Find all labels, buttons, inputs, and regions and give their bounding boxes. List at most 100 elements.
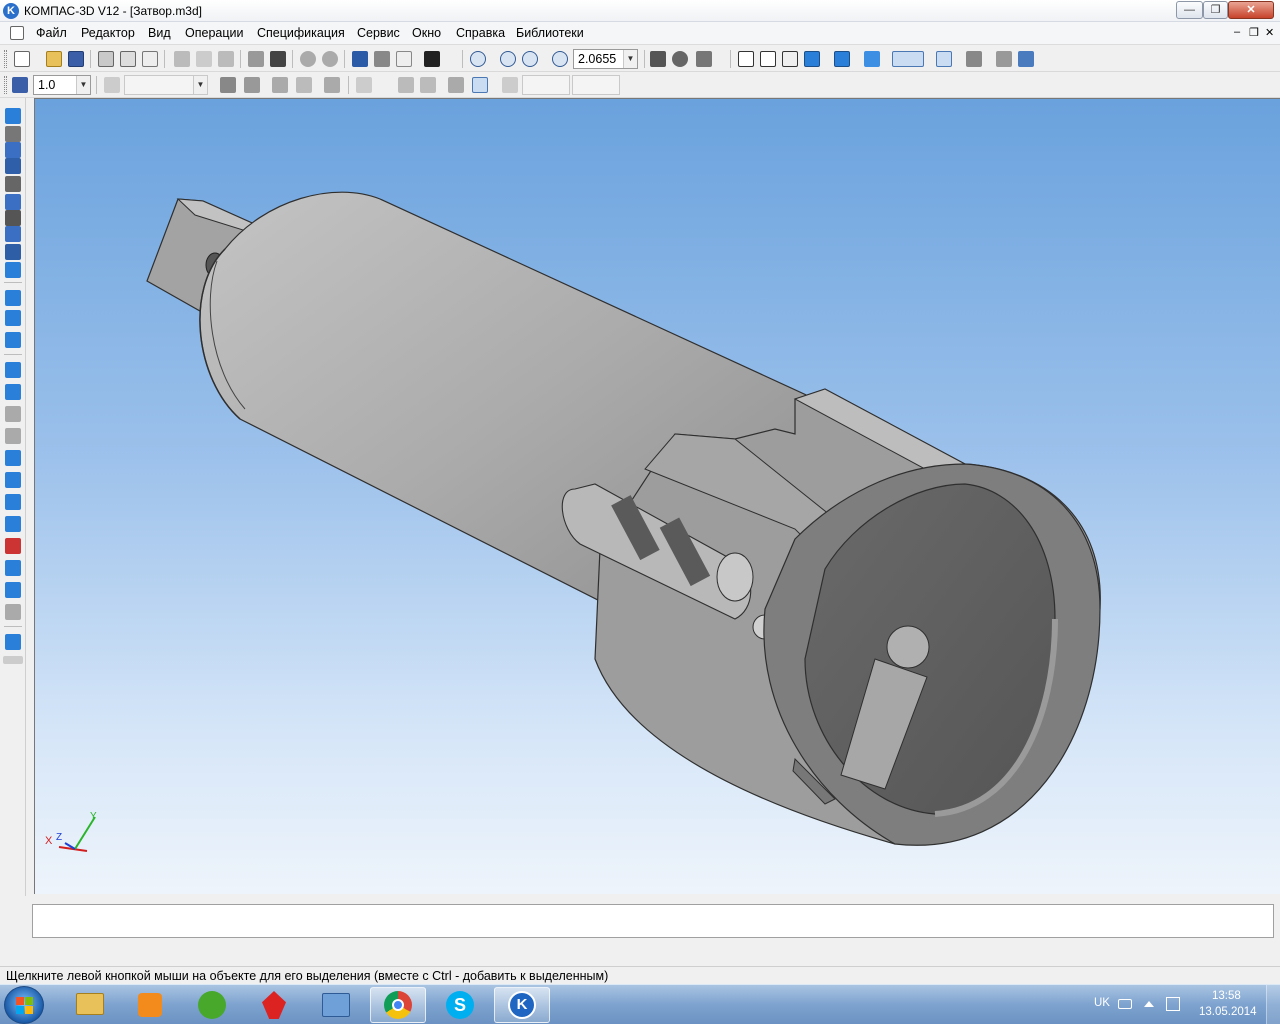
extrude-icon[interactable] bbox=[5, 290, 21, 306]
close-button[interactable]: ✕ bbox=[1228, 1, 1274, 19]
cursor-coords-icon[interactable] bbox=[502, 77, 518, 93]
network-icon[interactable] bbox=[1166, 997, 1180, 1011]
wireframe-icon[interactable] bbox=[738, 51, 754, 67]
keyboard-icon[interactable] bbox=[1118, 999, 1132, 1009]
doc-close-button[interactable]: ✕ bbox=[1265, 26, 1274, 39]
doc-minimize-button[interactable]: – bbox=[1234, 26, 1240, 38]
menu-service[interactable]: Сервис bbox=[357, 26, 400, 40]
taskbar-utorrent[interactable] bbox=[184, 987, 240, 1023]
layer-dropdown-arrow[interactable]: ▼ bbox=[193, 76, 207, 94]
cut-extrude-icon[interactable] bbox=[5, 362, 21, 378]
mirror-icon[interactable] bbox=[5, 604, 21, 620]
menu-help[interactable]: Справка bbox=[456, 26, 505, 40]
surfaces-icon[interactable] bbox=[5, 142, 21, 158]
cut-icon[interactable] bbox=[174, 51, 190, 67]
format-brush-icon[interactable] bbox=[248, 51, 264, 67]
local-cs-icon[interactable] bbox=[220, 77, 236, 93]
taskbar-explorer[interactable] bbox=[62, 987, 118, 1023]
filters-icon[interactable] bbox=[5, 210, 21, 226]
incline-icon[interactable] bbox=[5, 582, 21, 598]
kompas-app-icon[interactable]: K bbox=[3, 3, 19, 19]
menu-specification[interactable]: Спецификация bbox=[257, 26, 345, 40]
rebuild-icon[interactable] bbox=[1018, 51, 1034, 67]
clock-date[interactable]: 13.05.2014 bbox=[1199, 1006, 1257, 1018]
sheet-metal-icon[interactable] bbox=[5, 262, 21, 278]
maximize-button[interactable]: ❐ bbox=[1203, 1, 1228, 19]
rib-icon[interactable] bbox=[5, 516, 21, 532]
minimize-button[interactable]: — bbox=[1176, 1, 1203, 19]
zoom-dropdown-arrow[interactable]: ▼ bbox=[623, 50, 637, 68]
perspective-icon[interactable] bbox=[864, 51, 880, 67]
taskbar-windmill[interactable] bbox=[246, 987, 302, 1023]
layer-field[interactable]: ▼ bbox=[124, 75, 208, 95]
print-icon[interactable] bbox=[98, 51, 114, 67]
menu-file[interactable]: Файл bbox=[36, 26, 67, 40]
snap-active-icon[interactable] bbox=[472, 77, 488, 93]
taskbar-kompas[interactable]: K bbox=[494, 987, 550, 1023]
select-mode-icon[interactable] bbox=[936, 51, 952, 67]
menu-edit[interactable]: Редактор bbox=[81, 26, 135, 40]
zoom-scale-icon[interactable] bbox=[552, 51, 568, 67]
layer-icon[interactable] bbox=[104, 77, 120, 93]
contour-icon[interactable] bbox=[448, 77, 464, 93]
library-manager-icon[interactable] bbox=[996, 51, 1012, 67]
zoom-scale-field[interactable]: 2.0655 ▼ bbox=[573, 49, 638, 69]
copy-icon[interactable] bbox=[196, 51, 212, 67]
filter-select-icon[interactable] bbox=[892, 51, 924, 67]
cut-revolve-icon[interactable] bbox=[5, 384, 21, 400]
cut-loft-icon[interactable] bbox=[5, 428, 21, 444]
sweep-icon[interactable] bbox=[5, 332, 21, 348]
shaded-icon[interactable] bbox=[804, 51, 820, 67]
clock-time[interactable]: 13:58 bbox=[1212, 990, 1241, 1002]
toolbar-expand-arrow[interactable] bbox=[3, 656, 23, 664]
step-dropdown-arrow[interactable]: ▼ bbox=[76, 76, 90, 94]
reports-icon[interactable] bbox=[5, 244, 21, 260]
list-icon[interactable] bbox=[270, 51, 286, 67]
measure-icon[interactable] bbox=[5, 194, 21, 210]
orientation-view-icon[interactable] bbox=[244, 77, 260, 93]
round-icon[interactable] bbox=[420, 77, 436, 93]
chamfer-icon[interactable] bbox=[5, 472, 21, 488]
editing-details-icon[interactable] bbox=[5, 108, 21, 124]
aux-geometry-icon[interactable] bbox=[5, 176, 21, 192]
fillet-icon[interactable] bbox=[5, 450, 21, 466]
document-icon[interactable] bbox=[10, 26, 24, 40]
paste-icon[interactable] bbox=[218, 51, 234, 67]
toolbar-more[interactable] bbox=[1050, 50, 1056, 68]
undo-icon[interactable] bbox=[300, 51, 316, 67]
zoom-window-icon[interactable] bbox=[470, 51, 486, 67]
step-field[interactable]: 1.0 ▼ bbox=[33, 75, 91, 95]
zoom-out-icon[interactable] bbox=[522, 51, 538, 67]
orientation-icon[interactable] bbox=[696, 51, 712, 67]
rotate-icon[interactable] bbox=[672, 51, 688, 67]
print-preview-icon[interactable] bbox=[120, 51, 136, 67]
grid-icon[interactable] bbox=[356, 77, 372, 93]
revolve-icon[interactable] bbox=[5, 310, 21, 326]
start-button[interactable] bbox=[4, 986, 44, 1024]
thin-hidden-icon[interactable] bbox=[782, 51, 798, 67]
save-icon[interactable] bbox=[68, 51, 84, 67]
toolbar-grip[interactable] bbox=[4, 76, 7, 94]
shaded-edges-icon[interactable] bbox=[834, 51, 850, 67]
model-tree-icon[interactable] bbox=[352, 51, 368, 67]
coord-y-field[interactable] bbox=[572, 75, 620, 95]
taskbar-chrome[interactable] bbox=[370, 987, 426, 1023]
shell-icon[interactable] bbox=[5, 560, 21, 576]
model-viewport[interactable]: X Z Y bbox=[34, 98, 1280, 894]
menu-window[interactable]: Окно bbox=[412, 26, 441, 40]
coord-x-field[interactable] bbox=[522, 75, 570, 95]
redo-icon[interactable] bbox=[322, 51, 338, 67]
specification-icon[interactable] bbox=[5, 226, 21, 242]
angle-icon[interactable] bbox=[324, 77, 340, 93]
property-panel[interactable] bbox=[32, 904, 1274, 938]
show-desktop-button[interactable] bbox=[1266, 985, 1280, 1024]
arrays-icon[interactable] bbox=[5, 158, 21, 174]
taskbar-remote[interactable] bbox=[308, 987, 364, 1023]
ortho-icon[interactable] bbox=[398, 77, 414, 93]
step-cursor-icon[interactable] bbox=[12, 77, 28, 93]
cut-sweep-icon[interactable] bbox=[5, 406, 21, 422]
variables-fx-icon[interactable] bbox=[396, 51, 412, 67]
hidden-lines-icon[interactable] bbox=[760, 51, 776, 67]
manager-icon[interactable] bbox=[374, 51, 390, 67]
hole-icon[interactable] bbox=[5, 494, 21, 510]
